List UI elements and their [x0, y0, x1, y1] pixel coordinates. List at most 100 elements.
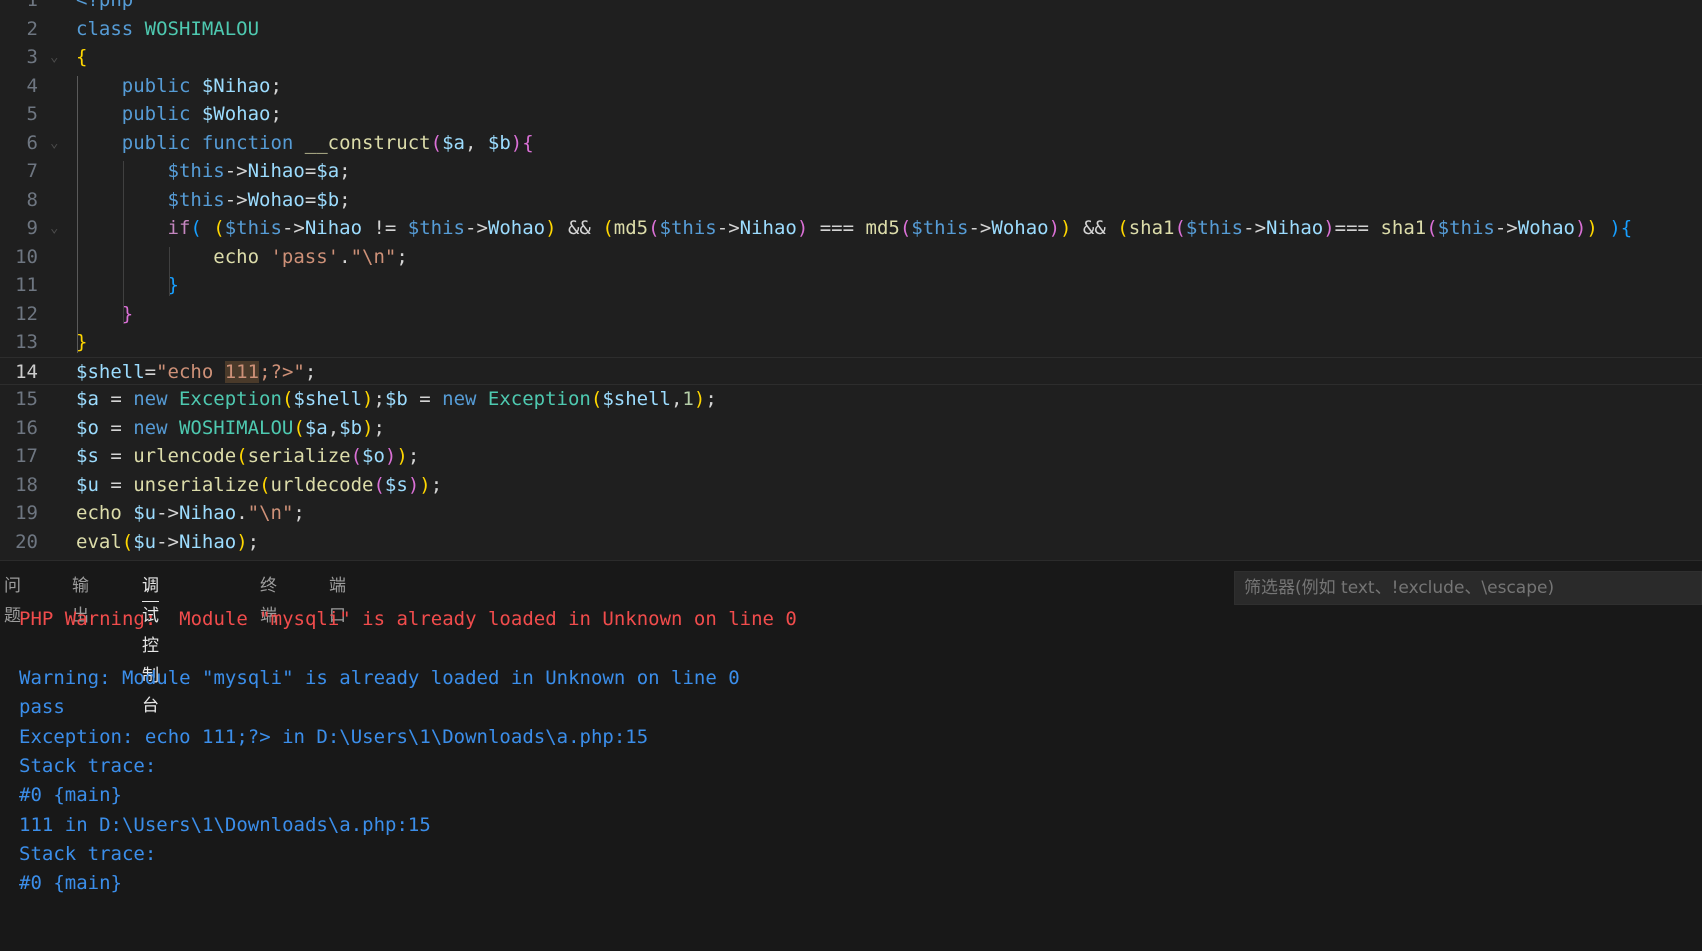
code-text: $this->Nihao=$a;	[76, 157, 351, 185]
line-number: 2	[26, 17, 38, 40]
code-token: (	[259, 473, 271, 496]
code-token: md5	[865, 217, 900, 239]
code-token: class	[76, 17, 145, 40]
code-token: .	[339, 245, 351, 268]
code-token: urlencode	[133, 445, 237, 467]
code-token: ;	[270, 74, 282, 97]
code-token: <?php	[76, 0, 134, 11]
code-token: "\n"	[350, 245, 397, 268]
code-editor[interactable]: 1 <?php 2 class WOSHIMALOU 3 ⌄ {4 public $Niha…	[0, 0, 1702, 560]
code-text: }	[76, 300, 133, 328]
code-token: (	[430, 131, 443, 154]
code-token: ->	[465, 217, 488, 239]
code-token: $Nihao	[201, 74, 271, 97]
code-token: WOSHIMALOU	[178, 416, 294, 439]
code-token: public	[76, 74, 202, 97]
code-token: public	[76, 103, 202, 125]
tab-problems[interactable]: 问题	[4, 571, 21, 626]
code-token: function	[201, 131, 305, 154]
code-line[interactable]: 8 $this->Wohao=$b;	[0, 186, 1702, 214]
tab-debug-console[interactable]: 调试控制台	[142, 571, 159, 716]
code-token: unserialize	[133, 473, 260, 496]
code-text: $shell="echo 111;?>";	[76, 358, 316, 386]
code-token: ;	[304, 360, 317, 383]
code-token: Nihao	[178, 502, 237, 524]
tab-output[interactable]: 输出	[72, 571, 89, 626]
line-number: 11	[15, 274, 38, 296]
fold-chevron-icon[interactable]: ⌄	[50, 43, 58, 71]
code-token: sha1	[1128, 217, 1175, 239]
code-token: ->	[1494, 217, 1518, 239]
code-token: =	[98, 445, 134, 467]
code-text: $a = new Exception($shell);$b = new Exce…	[76, 385, 717, 413]
code-token: sha1	[1380, 217, 1427, 239]
line-number: 3	[26, 46, 38, 68]
code-line[interactable]: 6 ⌄ public function __construct($a, $b){	[0, 129, 1702, 157]
fold-chevron-icon[interactable]: ⌄	[50, 214, 58, 242]
code-token: Wohao	[991, 217, 1049, 239]
console-line: Warning: Module "mysqli" is already load…	[19, 667, 740, 689]
code-token: ,	[464, 131, 488, 154]
code-line[interactable]: 15 $a = new Exception($shell);$b = new Ex…	[0, 385, 1702, 413]
code-token: !=	[362, 217, 408, 239]
code-token: "echo	[156, 360, 225, 383]
code-token: $this	[76, 160, 225, 182]
code-line[interactable]: 14 $shell="echo 111;?>";	[0, 356, 1702, 386]
code-line[interactable]: 18 $u = unserialize(urldecode($s));	[0, 471, 1702, 499]
code-line[interactable]: 19 echo $u->Nihao."\n";	[0, 499, 1702, 527]
code-text: eval($u->Nihao);	[76, 528, 259, 556]
tab-terminal[interactable]: 终端	[260, 571, 277, 626]
code-token: ;	[373, 388, 385, 410]
code-line[interactable]: 11 }	[0, 271, 1702, 299]
indent-guide	[123, 161, 124, 324]
code-line[interactable]: 9 ⌄ if( ($this->Nihao != $this->Wohao) &&…	[0, 214, 1702, 242]
code-token: ;	[407, 445, 420, 467]
code-line[interactable]: 2 class WOSHIMALOU	[0, 15, 1702, 43]
code-line[interactable]: 13}	[0, 328, 1702, 356]
code-token: =	[144, 360, 157, 383]
code-token: $Wohao	[201, 103, 271, 125]
filter-input[interactable]	[1234, 571, 1702, 605]
line-number: 18	[15, 473, 38, 496]
line-number: 14	[15, 360, 38, 383]
tab-ports[interactable]: 端口	[329, 571, 346, 626]
code-token: ;	[396, 245, 408, 268]
code-token: (	[1426, 217, 1438, 239]
fold-chevron-icon[interactable]: ⌄	[50, 129, 58, 157]
code-token: $o	[362, 445, 385, 467]
code-token: {	[76, 46, 88, 68]
code-token: new	[133, 388, 179, 410]
code-line[interactable]: 17 $s = urlencode(serialize($o));	[0, 442, 1702, 470]
code-line[interactable]: 1 <?php	[0, 0, 1702, 14]
line-number: 1	[26, 0, 38, 11]
code-line[interactable]: 7 $this->Nihao=$a;	[0, 157, 1702, 185]
code-token: (	[1117, 217, 1129, 239]
code-line[interactable]: 16 $o = new WOSHIMALOU($a,$b);	[0, 414, 1702, 442]
code-line[interactable]: 10 echo 'pass'."\n";	[0, 243, 1702, 271]
code-line[interactable]: 3 ⌄ {	[0, 43, 1702, 71]
code-token: $u	[76, 473, 99, 496]
code-line[interactable]: 20 eval($u->Nihao);	[0, 528, 1702, 556]
code-token: 111	[224, 360, 260, 383]
indent-guide	[169, 246, 170, 296]
code-line[interactable]: 5 public $Wohao;	[0, 100, 1702, 128]
code-token: $b	[384, 388, 408, 410]
code-token: .	[236, 502, 248, 524]
code-token: 'pass'	[270, 245, 340, 268]
code-token: ->	[156, 502, 179, 524]
code-token: )	[545, 217, 557, 239]
code-line[interactable]: 12 }	[0, 300, 1702, 328]
code-token: Exception	[487, 388, 591, 410]
code-line[interactable]: 4 public $Nihao;	[0, 72, 1702, 100]
code-token: $o	[76, 416, 99, 439]
code-text: <?php	[76, 0, 133, 14]
code-token: (	[590, 388, 603, 410]
code-token: ){	[1609, 217, 1633, 239]
code-token: (	[373, 473, 385, 496]
code-token: ->	[1243, 217, 1267, 239]
code-token: ;	[247, 530, 260, 553]
code-token: =	[98, 473, 134, 496]
code-token: $this	[659, 217, 717, 239]
code-token: )	[1574, 217, 1587, 239]
